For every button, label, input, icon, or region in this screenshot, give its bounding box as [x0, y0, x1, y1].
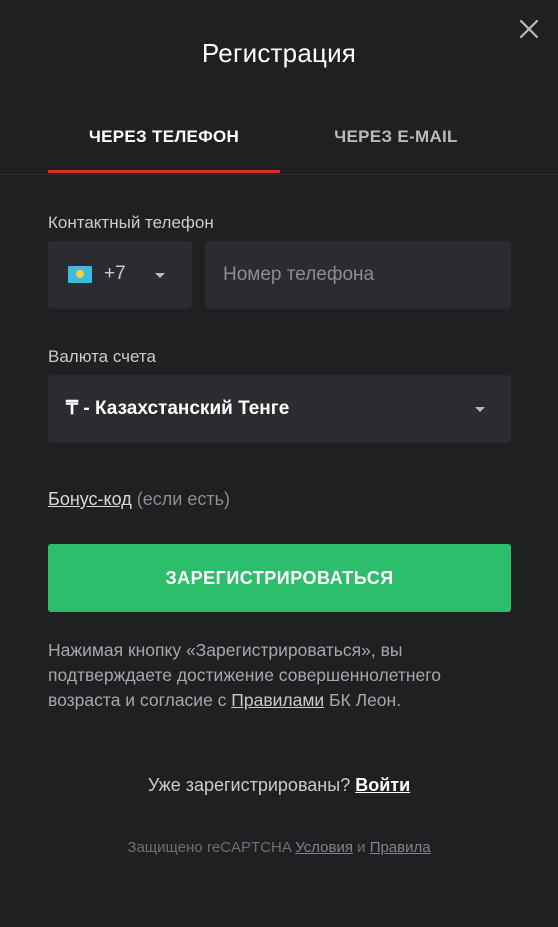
recaptcha-rules-link[interactable]: Правила [370, 839, 431, 856]
bonus-code-line: Бонус-код (если есть) [48, 489, 230, 510]
kazakhstan-flag-icon [68, 266, 92, 283]
recaptcha-and: и [357, 839, 366, 856]
terms-text: Нажимая кнопку «Зарегистрироваться», вы … [48, 638, 518, 713]
terms-text-after: БК Леон. [329, 690, 402, 710]
register-button[interactable]: ЗАРЕГИСТРИРОВАТЬСЯ [48, 544, 511, 612]
chevron-down-icon [475, 407, 485, 412]
bonus-code-hint: (если есть) [136, 489, 230, 509]
country-code-select[interactable]: +7 [48, 241, 192, 309]
phone-number-input[interactable] [205, 241, 511, 309]
dialog-title: Регистрация [201, 38, 357, 68]
chevron-down-icon [155, 273, 165, 278]
currency-selected-value: ₸ - Казахстанский Тенге [66, 398, 290, 419]
tab-email[interactable]: ЧЕРЕЗ E-MAIL [280, 112, 512, 172]
login-link[interactable]: Войти [355, 775, 410, 795]
currency-label: Валюта счета [48, 347, 156, 366]
login-question: Уже зарегистрированы? [147, 775, 351, 795]
recaptcha-prefix: Защищено reCAPTCHA [127, 839, 292, 856]
login-prompt: Уже зарегистрированы? Войти [0, 775, 558, 796]
recaptcha-notice: Защищено reCAPTCHA Условия и Правила [0, 839, 558, 856]
registration-tabs: ЧЕРЕЗ ТЕЛЕФОН ЧЕРЕЗ E-MAIL [0, 112, 558, 175]
country-code: +7 [104, 263, 126, 284]
bonus-code-link[interactable]: Бонус-код [48, 489, 132, 509]
recaptcha-terms-link[interactable]: Условия [295, 839, 353, 856]
tab-phone[interactable]: ЧЕРЕЗ ТЕЛЕФОН [48, 112, 280, 173]
phone-label: Контактный телефон [48, 213, 214, 232]
rules-link[interactable]: Правилами [231, 690, 324, 710]
currency-select[interactable]: ₸ - Казахстанский Тенге [48, 375, 511, 443]
